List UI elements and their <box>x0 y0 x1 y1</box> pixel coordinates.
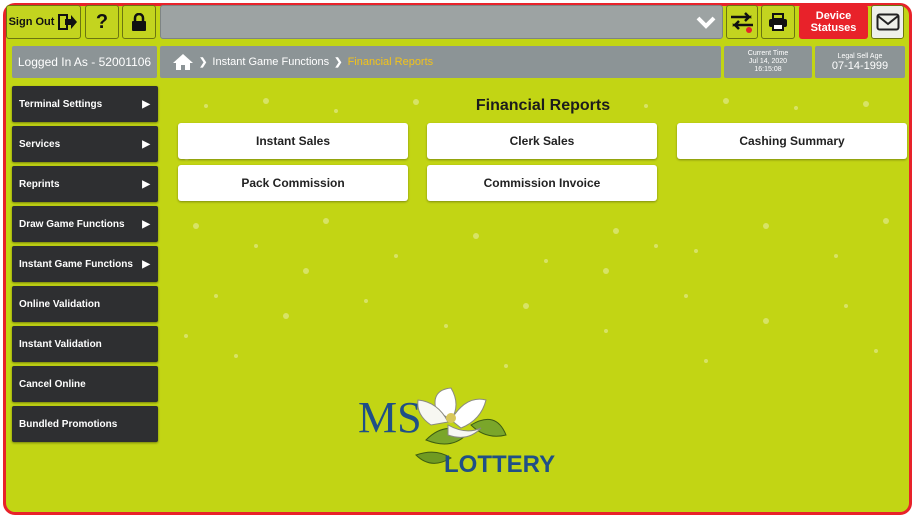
sidebar-item-online-validation[interactable]: Online Validation <box>12 286 158 322</box>
current-date: Jul 14, 2020 <box>748 58 788 65</box>
button-label: Pack Commission <box>241 176 345 190</box>
sidebar-item-instant-validation[interactable]: Instant Validation <box>12 326 158 362</box>
sidebar-item-label: Online Validation <box>19 298 101 310</box>
chevron-right-icon: ❯ <box>334 56 343 68</box>
commission-invoice-button[interactable]: Commission Invoice <box>427 165 657 201</box>
sidebar-item-label: Draw Game Functions <box>19 218 125 230</box>
caret-right-icon: ▶ <box>142 258 150 270</box>
caret-right-icon: ▶ <box>142 178 150 190</box>
sidebar-item-instant-game-functions[interactable]: Instant Game Functions ▶ <box>12 246 158 282</box>
sidebar-item-label: Terminal Settings <box>19 98 103 110</box>
device-statuses-line1: Device <box>815 10 852 22</box>
device-statuses-line2: Statuses <box>810 22 857 34</box>
transfer-icon <box>731 12 753 33</box>
sidebar-item-cancel-online[interactable]: Cancel Online <box>12 366 158 402</box>
caret-right-icon: ▶ <box>142 218 150 230</box>
legal-sell-age-value: 07-14-1999 <box>831 59 889 72</box>
button-label: Instant Sales <box>255 134 331 148</box>
lock-button[interactable] <box>122 5 156 39</box>
printer-icon <box>769 13 787 31</box>
logged-in-status: Logged In As - 52001106 <box>12 46 157 78</box>
sidebar: Terminal Settings ▶ Services ▶ Reprints … <box>12 86 158 446</box>
logged-in-label: Logged In As - 52001106 <box>17 55 152 69</box>
home-icon[interactable] <box>172 53 194 71</box>
current-clock: 16:15:08 <box>754 66 782 73</box>
legal-sell-age-box: Legal Sell Age 07-14-1999 <box>815 46 905 78</box>
current-time-box: Current Time Jul 14, 2020 16:15:08 <box>724 46 812 78</box>
messages-button[interactable] <box>871 5 904 39</box>
sidebar-item-label: Instant Validation <box>19 338 102 350</box>
sidebar-item-label: Bundled Promotions <box>19 418 118 430</box>
sidebar-item-services[interactable]: Services ▶ <box>12 126 158 162</box>
breadcrumb: ❯ Instant Game Functions ❯ Financial Rep… <box>160 46 721 78</box>
sidebar-item-label: Reprints <box>19 178 60 190</box>
sign-out-label: Sign Out <box>8 16 55 28</box>
sync-button[interactable] <box>726 5 758 39</box>
legal-sell-age-label: Legal Sell Age <box>837 52 883 60</box>
help-button[interactable]: ? <box>85 5 119 39</box>
current-time-label: Current Time <box>747 50 789 57</box>
top-status-bar <box>160 5 723 39</box>
chevron-right-icon: ❯ <box>199 56 208 68</box>
chevron-down-icon[interactable] <box>696 13 716 31</box>
breadcrumb-item-instant-game-functions[interactable]: Instant Game Functions <box>212 56 329 68</box>
device-statuses-button[interactable]: Device Statuses <box>799 5 868 39</box>
sidebar-item-label: Cancel Online <box>19 378 86 390</box>
sign-out-button[interactable]: Sign Out <box>6 5 81 39</box>
pack-commission-button[interactable]: Pack Commission <box>178 165 408 201</box>
button-label: Cashing Summary <box>739 134 845 148</box>
logo-lottery-text: LOTTERY <box>444 451 555 478</box>
sidebar-item-terminal-settings[interactable]: Terminal Settings ▶ <box>12 86 158 122</box>
logo-ms-text: MS <box>358 393 422 442</box>
button-label: Commission Invoice <box>483 176 601 190</box>
mail-icon <box>876 13 899 31</box>
page-title: Financial Reports <box>475 97 611 114</box>
caret-right-icon: ▶ <box>142 98 150 110</box>
help-icon: ? <box>95 10 109 33</box>
caret-right-icon: ▶ <box>142 138 150 150</box>
breadcrumb-item-financial-reports: Financial Reports <box>347 56 434 68</box>
print-button[interactable] <box>761 5 795 39</box>
button-label: Clerk Sales <box>509 134 575 148</box>
instant-sales-button[interactable]: Instant Sales <box>178 123 408 159</box>
ms-lottery-logo: MS LOTTERY <box>358 387 555 478</box>
sign-out-icon <box>58 14 78 30</box>
sidebar-item-label: Instant Game Functions <box>19 258 133 270</box>
sidebar-item-draw-game-functions[interactable]: Draw Game Functions ▶ <box>12 206 158 242</box>
clerk-sales-button[interactable]: Clerk Sales <box>427 123 657 159</box>
cashing-summary-button[interactable]: Cashing Summary <box>677 123 907 159</box>
sidebar-item-label: Services <box>19 138 61 150</box>
lock-icon <box>132 13 146 31</box>
sidebar-item-reprints[interactable]: Reprints ▶ <box>12 166 158 202</box>
sidebar-item-bundled-promotions[interactable]: Bundled Promotions <box>12 406 158 442</box>
